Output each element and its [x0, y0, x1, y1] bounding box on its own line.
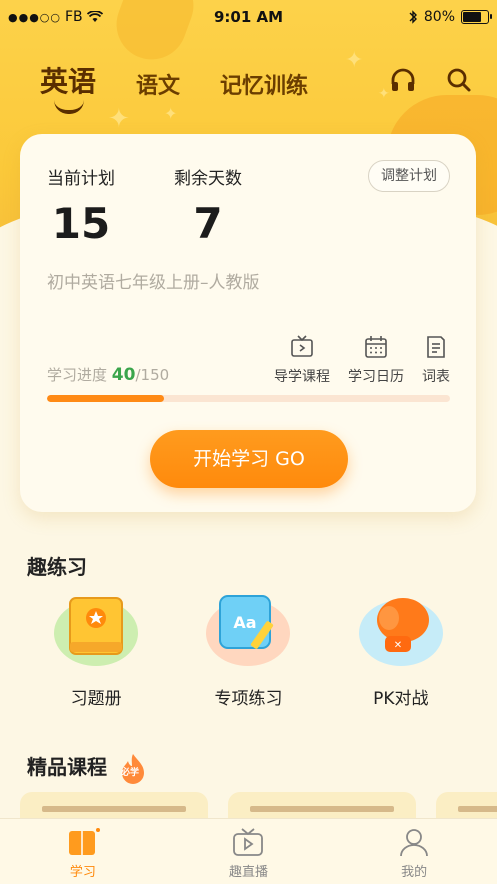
- special-practice-label: 专项练习: [214, 689, 283, 709]
- progress-bar: [47, 395, 450, 402]
- start-study-button[interactable]: 开始学习 GO: [150, 430, 348, 488]
- bluetooth-icon: [409, 10, 417, 24]
- status-bar: ●●●○○ FB 9:01 AM 80%: [0, 0, 497, 34]
- tab-english[interactable]: 英语: [40, 60, 96, 114]
- study-plan-card: 当前计划 15 剩余天数 7 调整计划 初中英语七年级上册–人教版 学习进度 4…: [20, 134, 476, 512]
- nav-live-label: 趣直播: [228, 865, 268, 880]
- nav-profile[interactable]: 我的: [354, 819, 474, 880]
- svg-text:Aa: Aa: [234, 613, 257, 632]
- battery-percent: 80%: [423, 9, 455, 25]
- premium-courses-label: 精品课程: [27, 755, 107, 779]
- nav-study[interactable]: 学习: [23, 819, 143, 880]
- progress-label: 学习进度: [47, 366, 108, 384]
- nav-live[interactable]: 趣直播: [188, 819, 308, 880]
- search-icon[interactable]: [445, 66, 473, 94]
- workbook-item[interactable]: 习题册: [31, 597, 161, 709]
- progress-done: 40: [111, 365, 136, 385]
- textbook-name: 初中英语七年级上册–人教版: [47, 273, 260, 293]
- must-learn-badge: 必学: [120, 767, 139, 778]
- study-book-icon: [68, 828, 100, 855]
- tab-memory-training[interactable]: 记忆训练: [220, 68, 308, 100]
- adjust-plan-button[interactable]: 调整计划: [368, 160, 450, 192]
- subject-tabs: 英语 语文 记忆训练: [40, 60, 308, 114]
- special-practice-item[interactable]: Aa 专项练习: [183, 595, 313, 709]
- bottom-navigation: 学习 趣直播 我的: [0, 818, 497, 884]
- current-plan-label: 当前计划: [47, 169, 115, 189]
- study-calendar-label: 学习日历: [348, 369, 404, 385]
- word-list-label: 词表: [422, 369, 450, 385]
- wordlist-icon: [427, 336, 445, 358]
- pk-battle-item[interactable]: ✕ PK对战: [336, 598, 466, 709]
- boxing-glove-icon: ✕: [358, 598, 443, 666]
- study-calendar-button[interactable]: 学习日历: [348, 334, 404, 386]
- nav-profile-label: 我的: [401, 865, 428, 880]
- workbook-icon: [54, 597, 139, 666]
- svg-text:✕: ✕: [394, 640, 402, 651]
- study-progress: 学习进度 40/150: [47, 364, 169, 385]
- special-practice-icon: Aa: [206, 595, 291, 666]
- guide-course-button[interactable]: 导学课程: [274, 334, 330, 386]
- tab-chinese[interactable]: 语文: [136, 68, 180, 100]
- days-left-label: 剩余天数: [174, 169, 242, 189]
- fun-practice-items: 习题册 Aa 专项练习 ✕ PK对战: [0, 595, 497, 709]
- progress-bar-fill: [47, 395, 164, 402]
- pk-battle-label: PK对战: [373, 689, 429, 709]
- battery-icon: [461, 10, 492, 24]
- days-left-value: 7: [193, 199, 223, 248]
- calendar-icon: [365, 336, 387, 358]
- current-plan-value: 15: [51, 199, 111, 248]
- guide-course-label: 导学课程: [274, 369, 330, 385]
- word-list-button[interactable]: 词表: [422, 334, 450, 386]
- fun-practice-title: 趣练习: [27, 555, 87, 579]
- nav-study-label: 学习: [69, 865, 96, 880]
- live-tv-icon: [233, 828, 264, 856]
- hot-badge: 必学: [120, 753, 146, 785]
- profile-icon: [400, 829, 429, 857]
- tv-icon: [291, 335, 313, 357]
- days-left: 剩余天数 7: [174, 164, 242, 248]
- progress-total: /150: [135, 366, 170, 384]
- premium-courses-title: 精品课程 必学: [27, 751, 146, 785]
- plan-tools: 导学课程 学习日历 词表: [274, 334, 450, 386]
- headphones-icon[interactable]: [389, 66, 417, 94]
- current-plan: 当前计划 15: [47, 164, 115, 248]
- workbook-label: 习题册: [70, 689, 122, 709]
